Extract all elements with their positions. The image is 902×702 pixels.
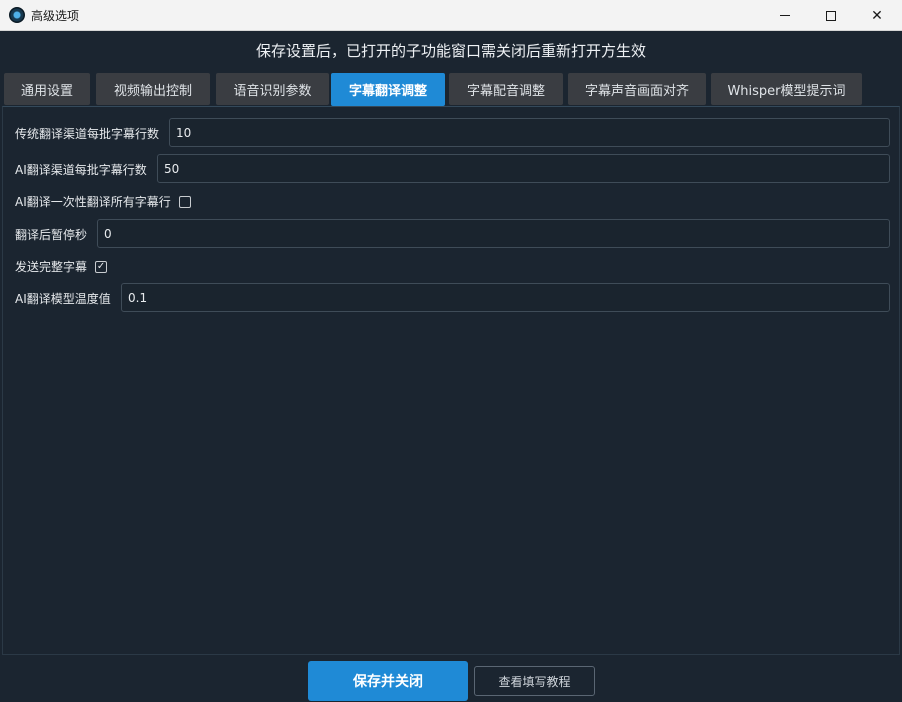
save-and-close-button[interactable]: 保存并关闭 — [308, 661, 468, 701]
temperature-input[interactable]: 0.1 — [121, 283, 890, 312]
tab-speech-recognition[interactable]: 语音识别参数 — [216, 73, 329, 105]
temperature-label: AI翻译模型温度值 — [15, 292, 111, 306]
send-full-checkbox[interactable]: ✓ — [95, 260, 108, 273]
setting-row-pause: 翻译后暂停秒 — [15, 226, 87, 243]
ai-all-checkbox[interactable] — [178, 195, 191, 208]
setting-row-trad-batch: 传统翻译渠道每批字幕行数 — [15, 125, 159, 142]
settings-panel — [2, 106, 900, 655]
close-button[interactable]: ✕ — [854, 0, 900, 31]
app-logo-icon — [9, 7, 25, 23]
view-tutorial-button[interactable]: 查看填写教程 — [474, 666, 595, 696]
pause-label: 翻译后暂停秒 — [15, 228, 88, 242]
setting-row-temperature: AI翻译模型温度值 — [15, 290, 111, 307]
minimize-icon — [780, 15, 790, 16]
send-full-label: 发送完整字幕 — [15, 260, 88, 274]
setting-row-send-full: 发送完整字幕 ✓ — [15, 258, 108, 275]
tab-subtitle-translation[interactable]: 字幕翻译调整 — [331, 73, 445, 106]
maximize-icon — [826, 10, 836, 21]
trad-batch-label: 传统翻译渠道每批字幕行数 — [15, 127, 160, 141]
setting-row-ai-all: AI翻译一次性翻译所有字幕行 — [15, 193, 191, 210]
window-titlebar: 高级选项 ✕ — [0, 0, 902, 31]
tab-subtitle-dubbing[interactable]: 字幕配音调整 — [449, 73, 563, 105]
close-icon: ✕ — [871, 7, 883, 24]
setting-row-ai-batch: AI翻译渠道每批字幕行数 — [15, 161, 147, 178]
ai-batch-label: AI翻译渠道每批字幕行数 — [15, 163, 147, 177]
ai-all-label: AI翻译一次性翻译所有字幕行 — [15, 195, 171, 209]
tab-audio-video-align[interactable]: 字幕声音画面对齐 — [568, 73, 706, 105]
tab-video-output[interactable]: 视频输出控制 — [96, 73, 210, 105]
maximize-button[interactable] — [808, 0, 854, 31]
tab-general[interactable]: 通用设置 — [4, 73, 90, 105]
restart-notice: 保存设置后，已打开的子功能窗口需关闭后重新打开方生效 — [255, 42, 646, 60]
checkmark-icon: ✓ — [96, 260, 106, 272]
minimize-button[interactable] — [762, 0, 808, 31]
pause-input[interactable]: 0 — [97, 219, 890, 248]
window-title: 高级选项 — [31, 9, 80, 23]
trad-batch-input[interactable]: 10 — [169, 118, 890, 147]
ai-batch-input[interactable]: 50 — [157, 154, 890, 183]
tab-whisper-prompt[interactable]: Whisper模型提示词 — [711, 73, 862, 105]
